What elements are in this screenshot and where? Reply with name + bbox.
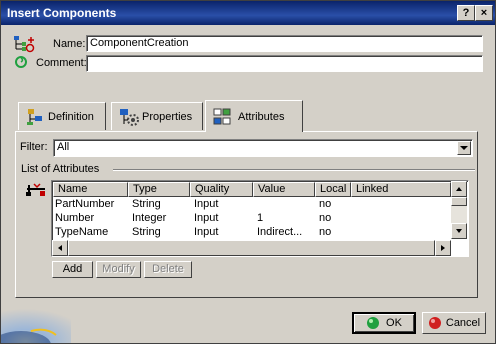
tab-definition-label: Definition: [48, 110, 94, 123]
cell-type: Integer: [132, 212, 167, 224]
cell-type: String: [132, 226, 161, 238]
filter-dropdown-button[interactable]: [457, 141, 471, 155]
cell-local: no: [319, 226, 332, 238]
comment-label: Comment:: [36, 57, 87, 69]
arrow-up-icon: [456, 187, 462, 191]
name-field[interactable]: ComponentCreation: [86, 35, 483, 52]
scroll-left-button[interactable]: [52, 240, 68, 256]
cancel-icon: [428, 317, 441, 329]
cancel-button[interactable]: Cancel: [422, 312, 486, 334]
tab-attributes-label: Attributes: [238, 110, 285, 123]
group-divider: [113, 169, 475, 171]
cell-value: 1: [257, 212, 264, 224]
cell-value: [257, 197, 315, 211]
table-row[interactable]: TypeName String Input Indirect... no: [53, 225, 451, 239]
filter-select[interactable]: All: [53, 139, 473, 157]
modify-button[interactable]: Modify: [96, 261, 141, 278]
column-header-name[interactable]: Name: [53, 182, 128, 197]
attributes-icon: [212, 106, 234, 128]
cell-quality: Input: [194, 226, 219, 238]
column-header-linked[interactable]: Linked: [351, 182, 451, 197]
cell-linked: [355, 211, 445, 225]
column-header-local[interactable]: Local: [315, 182, 351, 197]
cell-name: Number: [55, 212, 95, 224]
ok-button[interactable]: OK: [352, 312, 416, 334]
tab-properties[interactable]: Properties: [111, 102, 203, 130]
link-attributes-icon[interactable]: [25, 182, 47, 198]
list-of-attributes-label: List of Attributes: [21, 163, 100, 175]
window-title: Insert Components: [7, 6, 117, 20]
title-bar: Insert Components ? ×: [1, 1, 495, 25]
insert-components-dialog: Insert Components ? × Name: ComponentCre…: [0, 0, 496, 344]
cell-quality: Input: [194, 198, 219, 210]
scroll-thumb[interactable]: [451, 197, 467, 206]
column-header-value[interactable]: Value: [253, 182, 315, 197]
column-header-quality[interactable]: Quality: [190, 182, 253, 197]
name-label: Name:: [53, 38, 86, 50]
help-button[interactable]: ?: [457, 5, 475, 21]
ok-icon: [367, 317, 380, 329]
cell-linked: [355, 225, 445, 239]
cell-type: String: [132, 198, 161, 210]
delete-button[interactable]: Delete: [144, 261, 192, 278]
comment-field[interactable]: [86, 55, 483, 72]
filter-label: Filter:: [20, 141, 48, 153]
add-button[interactable]: Add: [52, 261, 93, 278]
definition-icon: [25, 107, 45, 127]
close-button[interactable]: ×: [475, 5, 493, 21]
scroll-down-button[interactable]: [451, 223, 467, 239]
table-row[interactable]: Number Integer Input 1 no: [53, 211, 451, 225]
cell-local: no: [319, 198, 332, 210]
arrow-down-icon: [456, 229, 462, 233]
column-header-type[interactable]: Type: [128, 182, 190, 197]
cell-linked: [355, 197, 445, 211]
tab-attributes[interactable]: Attributes: [205, 100, 303, 132]
tab-definition[interactable]: Definition: [18, 102, 106, 130]
comment-icon: [14, 55, 28, 69]
chevron-down-icon: [460, 146, 468, 150]
cell-quality: Input: [194, 212, 219, 224]
cell-name: TypeName: [55, 226, 109, 238]
cancel-label: Cancel: [445, 317, 481, 329]
filter-value: All: [57, 141, 70, 153]
table-row[interactable]: PartNumber String Input no: [53, 197, 451, 211]
scroll-thumb-horizontal[interactable]: [68, 240, 435, 256]
cell-value: Indirect...: [257, 226, 303, 238]
component-tree-icon: [13, 35, 35, 53]
tab-properties-label: Properties: [142, 110, 193, 123]
arrow-left-icon: [58, 245, 62, 251]
scroll-right-button[interactable]: [435, 240, 451, 256]
scroll-up-button[interactable]: [451, 181, 467, 197]
horizontal-scrollbar[interactable]: [52, 240, 451, 256]
vertical-scrollbar[interactable]: [451, 181, 467, 239]
corner-decoration: [1, 307, 71, 343]
arrow-right-icon: [441, 245, 445, 251]
properties-icon: [118, 106, 140, 128]
cell-name: PartNumber: [55, 198, 115, 210]
ok-label: OK: [386, 317, 402, 329]
cell-local: no: [319, 212, 332, 224]
